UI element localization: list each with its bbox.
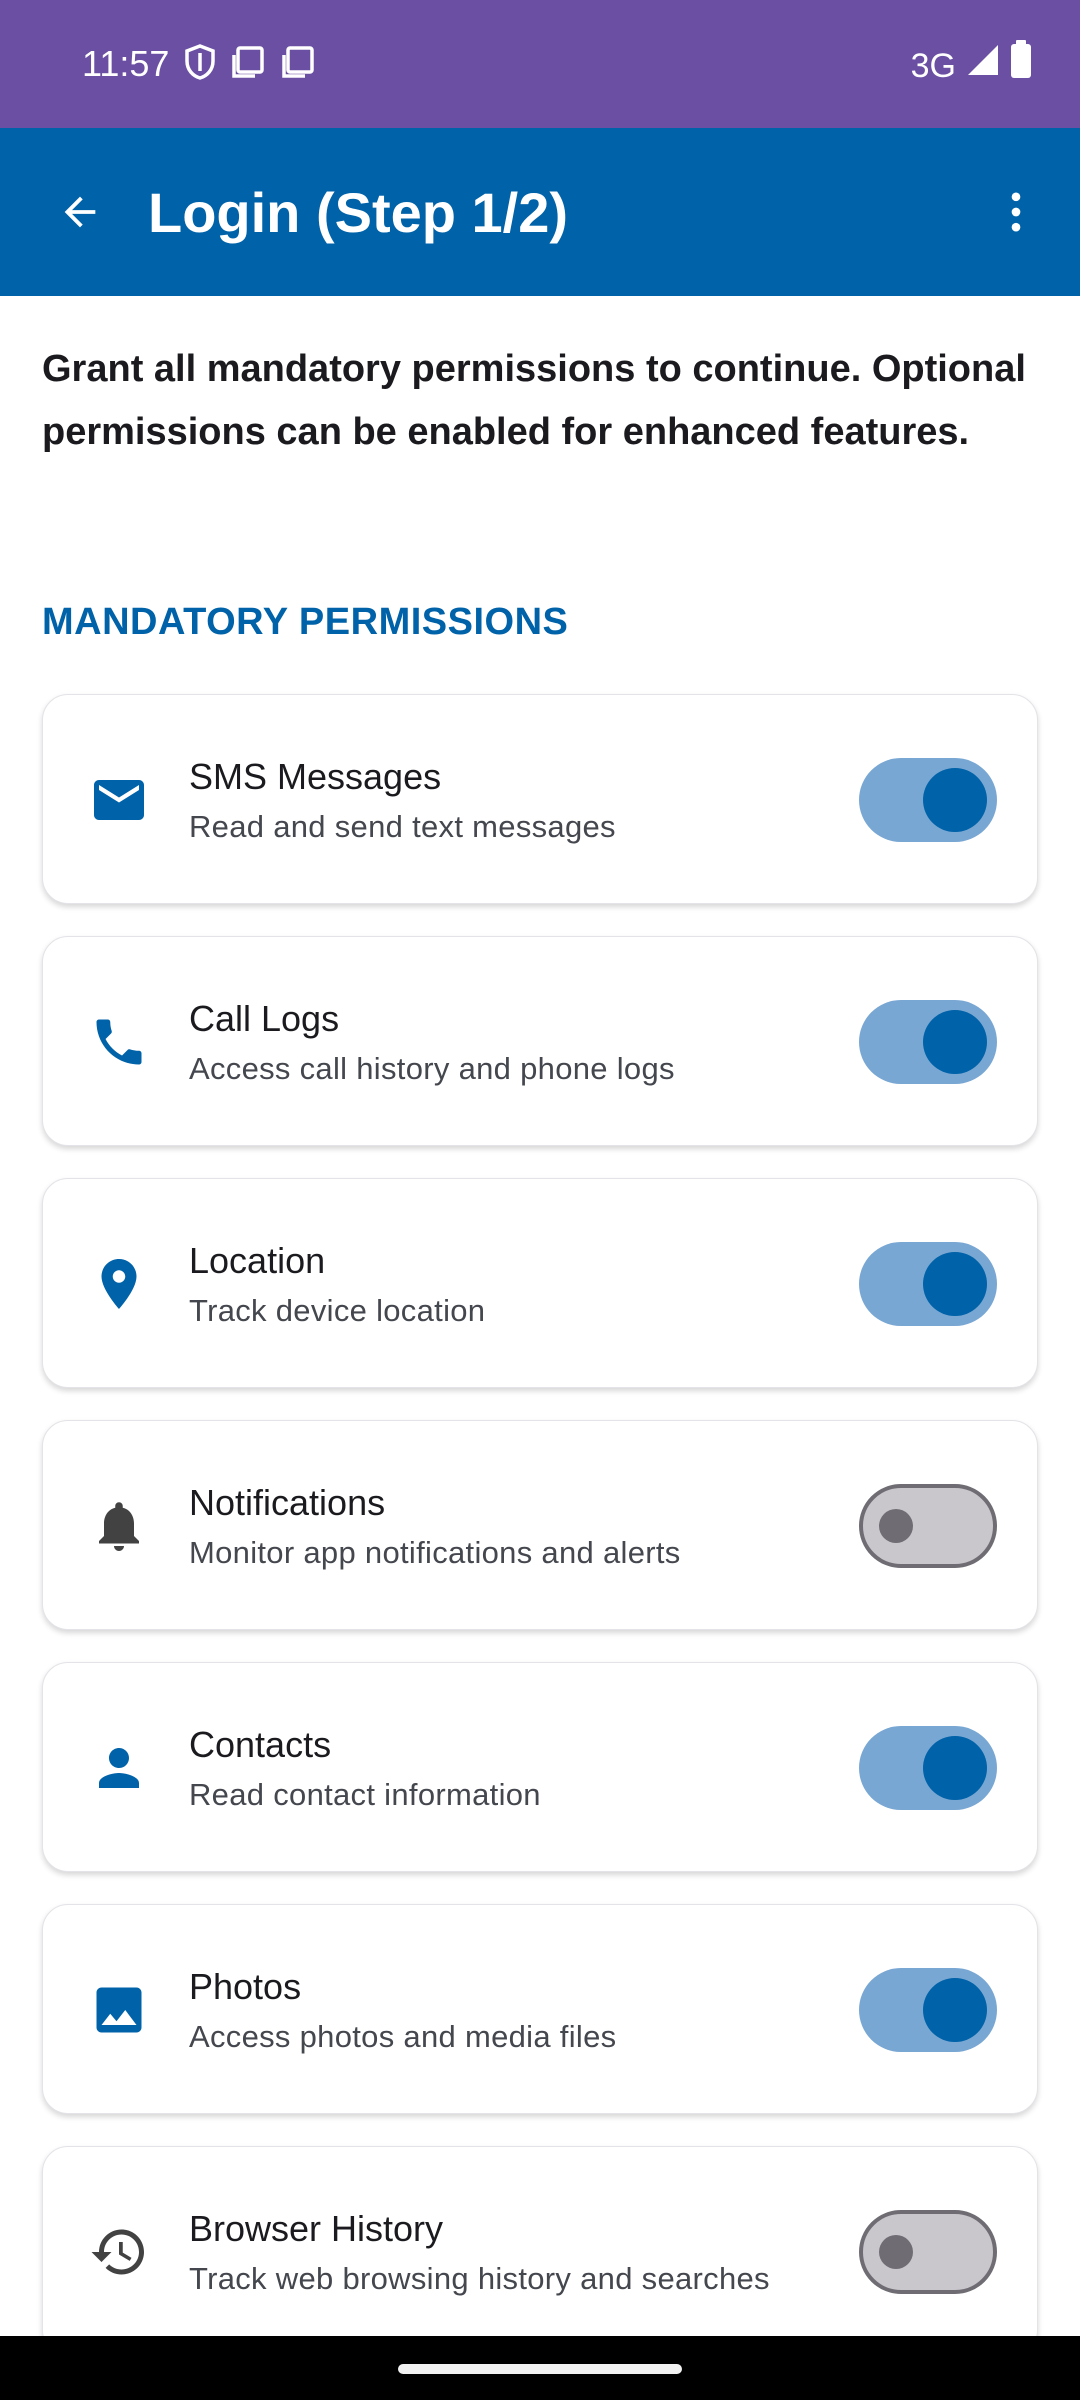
permission-card-photos[interactable]: Photos Access photos and media files — [42, 1904, 1038, 2114]
location-pin-icon — [85, 1250, 153, 1318]
permission-description: Monitor app notifications and alerts — [189, 1535, 681, 1570]
arrow-back-icon — [64, 196, 96, 228]
phone-icon — [85, 1008, 153, 1076]
permission-toggle-sms[interactable] — [859, 758, 997, 842]
permission-card-call-logs[interactable]: Call Logs Access call history and phone … — [42, 936, 1038, 1146]
permission-card-notifications[interactable]: Notifications Monitor app notifications … — [42, 1420, 1038, 1630]
permission-toggle-notifications[interactable] — [859, 1484, 997, 1568]
section-title: MANDATORY PERMISSIONS — [42, 601, 569, 643]
home-gesture-handle[interactable] — [398, 2364, 682, 2374]
page-title: Login (Step 1/2) — [148, 181, 568, 244]
status-left-icons — [184, 44, 316, 85]
toggle-knob — [923, 1010, 987, 1074]
permission-toggle-browser-history[interactable] — [859, 2210, 997, 2294]
back-button[interactable] — [40, 172, 120, 252]
image-icon — [85, 1976, 153, 2044]
sim-card-icon — [280, 45, 316, 84]
permissions-list: SMS Messages Read and send text messages… — [42, 694, 1038, 2388]
permission-title: Location — [189, 1240, 326, 1281]
permission-card-browser-history[interactable]: Browser History Track web browsing histo… — [42, 2146, 1038, 2356]
permission-title: SMS Messages — [189, 756, 442, 797]
signal-icon — [966, 42, 1000, 90]
permission-toggle-photos[interactable] — [859, 1968, 997, 2052]
sim-card-icon — [230, 45, 266, 84]
toggle-knob — [879, 1509, 913, 1543]
more-options-button[interactable] — [976, 172, 1056, 252]
status-time: 11:57 — [82, 43, 170, 84]
permission-card-contacts[interactable]: Contacts Read contact information — [42, 1662, 1038, 1872]
more-vert-icon — [1011, 192, 1021, 232]
permission-title: Call Logs — [189, 998, 340, 1039]
bell-icon — [85, 1492, 153, 1560]
navigation-bar — [0, 2336, 1080, 2400]
permission-description: Access call history and phone logs — [189, 1051, 675, 1086]
toggle-knob — [923, 1978, 987, 2042]
person-icon — [85, 1734, 153, 1802]
email-icon — [85, 766, 153, 834]
toggle-knob — [923, 1736, 987, 1800]
network-type: 3G — [910, 46, 956, 85]
toggle-knob — [923, 1252, 987, 1316]
permission-title: Contacts — [189, 1724, 332, 1765]
toggle-knob — [879, 2235, 913, 2269]
permission-description: Access photos and media files — [189, 2019, 617, 2054]
permission-card-sms[interactable]: SMS Messages Read and send text messages — [42, 694, 1038, 904]
permission-card-location[interactable]: Location Track device location — [42, 1178, 1038, 1388]
intro-text: Grant all mandatory permissions to conti… — [42, 348, 1026, 453]
permission-toggle-contacts[interactable] — [859, 1726, 997, 1810]
permission-description: Track device location — [189, 1293, 486, 1328]
app-bar: Login (Step 1/2) — [0, 128, 1080, 296]
permission-description: Read contact information — [189, 1777, 541, 1812]
permission-title: Notifications — [189, 1482, 386, 1523]
permission-title: Browser History — [189, 2208, 444, 2249]
permission-description: Read and send text messages — [189, 809, 616, 844]
permission-toggle-call-logs[interactable] — [859, 1000, 997, 1084]
status-right: 3G — [911, 40, 1032, 91]
history-icon — [85, 2218, 153, 2286]
permission-title: Photos — [189, 1966, 302, 2007]
toggle-knob — [923, 768, 987, 832]
battery-icon — [1010, 40, 1032, 91]
permission-description: Track web browsing history and searches — [189, 2261, 770, 2296]
permission-toggle-location[interactable] — [859, 1242, 997, 1326]
shield-icon — [184, 44, 216, 85]
status-bar: 11:57 3G — [0, 0, 1080, 128]
